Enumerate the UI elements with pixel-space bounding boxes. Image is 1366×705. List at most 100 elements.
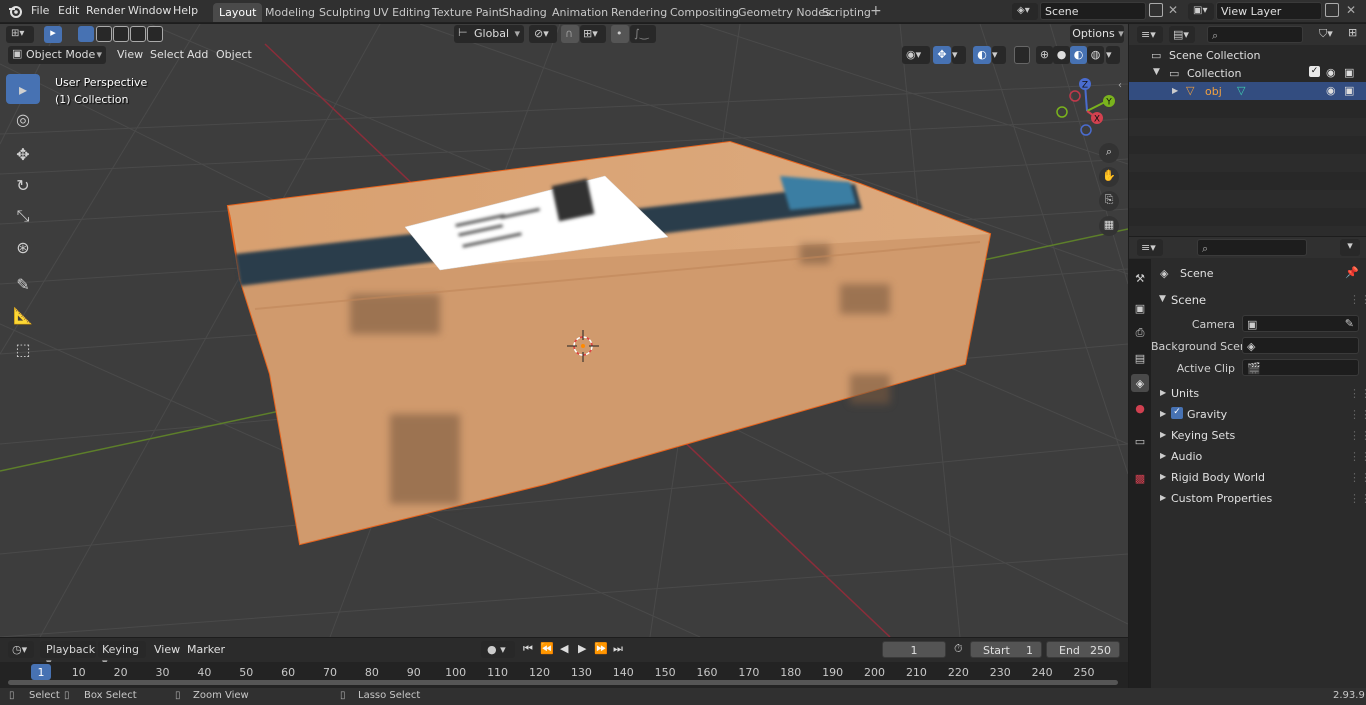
outliner-row-scene-collection[interactable]: ▭ Scene Collection <box>1129 46 1366 64</box>
gizmo-toggle-icon[interactable]: ✥ <box>933 46 951 64</box>
menu-help[interactable]: Help <box>173 4 198 17</box>
select-box-tool-icon[interactable]: ▸ <box>6 74 40 104</box>
keying-sets-panel[interactable]: ▶ Keying Sets ⋮⋮ <box>1151 426 1366 446</box>
shading-material-icon[interactable]: ◐ <box>1070 46 1087 64</box>
menu-render[interactable]: Render <box>86 4 125 17</box>
annotate-tool-icon[interactable]: ✎ <box>6 269 40 299</box>
chevron-down-icon[interactable]: ▼ <box>1153 67 1160 77</box>
add-cube-tool-icon[interactable]: ⬚ <box>6 334 40 364</box>
select-invert-icon[interactable] <box>130 26 146 42</box>
rotate-tool-icon[interactable]: ↻ <box>6 170 40 200</box>
chevron-right-icon[interactable]: ▶ <box>1172 86 1178 95</box>
proportional-edit-icon[interactable]: • <box>611 25 629 43</box>
blender-logo-icon[interactable] <box>8 4 22 18</box>
menu-select[interactable]: Select <box>150 48 184 61</box>
visibility-eye-icon[interactable]: ◉ <box>1326 66 1336 79</box>
pan-view-icon[interactable]: ✋ <box>1099 167 1119 187</box>
navigation-gizmo[interactable]: Z Y X <box>1052 74 1122 144</box>
collection-tab-icon[interactable]: ▭ <box>1131 432 1149 450</box>
active-clip-field[interactable]: 🎬 <box>1242 359 1359 376</box>
texture-tab-icon[interactable]: ▩ <box>1131 469 1149 487</box>
pivot-point-icon[interactable]: ⊘▾ <box>529 25 557 43</box>
menu-window[interactable]: Window <box>128 4 171 17</box>
cursor-tool-icon[interactable]: ◎ <box>6 104 40 134</box>
tab-shading[interactable]: Shading <box>496 3 553 22</box>
new-collection-icon[interactable]: ⊞ <box>1348 26 1357 39</box>
3d-viewport[interactable]: ⊞▾ ▸ Global ▾ ⊢ ⊘▾ ∩ ⊞▾ • ∫‿ Options ▾ ▣… <box>0 24 1128 637</box>
menu-edit[interactable]: Edit <box>58 4 79 17</box>
view-layer-tab-icon[interactable]: ▤ <box>1131 349 1149 367</box>
tab-scripting[interactable]: Scripting <box>816 3 877 22</box>
overlays-dropdown-icon[interactable]: ▾ <box>992 46 1006 64</box>
drag-handle-icon[interactable]: ⋮⋮ <box>1349 429 1366 442</box>
tool-tab-icon[interactable]: ⚒ <box>1131 269 1149 287</box>
exclude-checkbox-icon[interactable]: ✓ <box>1309 66 1320 77</box>
delete-scene-icon[interactable]: ✕ <box>1168 3 1178 17</box>
snap-target-icon[interactable]: ⊞▾ <box>580 25 606 43</box>
select-subtract-icon[interactable] <box>113 26 129 42</box>
scene-name-field[interactable]: Scene <box>1040 2 1146 20</box>
tab-modeling[interactable]: Modeling <box>259 3 321 22</box>
rigid-body-world-panel[interactable]: ▶ Rigid Body World ⋮⋮ <box>1151 468 1366 488</box>
drag-handle-icon[interactable]: ⋮⋮ <box>1349 450 1366 463</box>
outliner-row-obj[interactable]: ▶ ▽ obj ▽ ◉ ▣ <box>1129 82 1366 100</box>
drag-handle-icon[interactable]: ⋮⋮ <box>1349 408 1366 421</box>
editor-type-icon[interactable]: ⊞▾ <box>6 26 34 43</box>
tab-rendering[interactable]: Rendering <box>605 3 673 22</box>
scene-tab-icon[interactable]: ◈ <box>1131 374 1149 392</box>
menu-file[interactable]: File <box>31 4 49 17</box>
world-tab-icon[interactable]: ● <box>1131 399 1149 417</box>
gizmo-dropdown-icon[interactable]: ▾ <box>952 46 966 64</box>
display-mode-icon[interactable]: ▤▾ <box>1169 26 1195 43</box>
object-mode-dropdown[interactable]: ▣ Object Mode ▾ <box>8 46 106 64</box>
delete-view-layer-icon[interactable]: ✕ <box>1346 3 1356 17</box>
sidebar-toggle-icon[interactable]: ‹ <box>1118 80 1122 91</box>
output-tab-icon[interactable]: ⎙ <box>1131 324 1149 342</box>
timeline-scrollbar[interactable] <box>8 680 1118 685</box>
tab-layout[interactable]: Layout <box>213 3 263 22</box>
scene-section[interactable]: ▼ Scene ⋮⋮ <box>1151 289 1366 311</box>
drag-handle-icon[interactable]: ⋮⋮ <box>1349 492 1366 505</box>
scale-tool-icon[interactable]: ⤡ <box>6 201 40 231</box>
properties-editor-type-icon[interactable]: ≡▾ <box>1137 239 1163 256</box>
tab-animation[interactable]: Animation <box>546 3 614 22</box>
snap-toggle-icon[interactable]: ∩ <box>561 25 579 43</box>
xray-toggle-icon[interactable] <box>1014 46 1030 64</box>
transform-orientation-dropdown[interactable]: Global ▾ ⊢ <box>454 25 524 43</box>
outliner-editor-type-icon[interactable]: ≡▾ <box>1137 26 1163 43</box>
transform-tool-icon[interactable]: ⊛ <box>6 232 40 262</box>
menu-add[interactable]: Add <box>187 48 208 61</box>
menu-view[interactable]: View <box>117 48 143 61</box>
drag-handle-icon[interactable]: ⋮⋮ <box>1349 471 1366 484</box>
outliner-row-collection[interactable]: ▼ ▭ Collection ✓ ◉ ▣ <box>1129 64 1366 82</box>
overlays-toggle-icon[interactable]: ◐ <box>973 46 991 64</box>
visibility-selectability-icon[interactable]: ◉▾ <box>902 46 930 64</box>
audio-panel[interactable]: ▶ Audio ⋮⋮ <box>1151 447 1366 467</box>
custom-properties-panel[interactable]: ▶ Custom Properties ⋮⋮ <box>1151 489 1366 509</box>
camera-view-icon[interactable]: ⎘ <box>1099 191 1119 211</box>
background-scene-field[interactable]: ◈ <box>1242 337 1359 354</box>
visibility-eye-icon[interactable]: ◉ <box>1326 84 1336 97</box>
perspective-toggle-icon[interactable]: ▦ <box>1099 216 1119 236</box>
render-camera-icon[interactable]: ▣ <box>1344 84 1354 97</box>
eyedropper-icon[interactable]: ✎ <box>1345 317 1354 330</box>
view-layer-selector-icon[interactable]: ▣▾ <box>1188 3 1214 20</box>
gravity-checkbox[interactable]: ✓ <box>1171 407 1183 419</box>
camera-field[interactable]: ▣ ✎ <box>1242 315 1359 332</box>
drag-handle-icon[interactable]: ⋮⋮ <box>1349 293 1366 306</box>
view-layer-field[interactable]: View Layer <box>1216 2 1322 20</box>
move-tool-icon[interactable]: ✥ <box>6 139 40 169</box>
pin-icon[interactable]: 📌 <box>1345 266 1359 279</box>
zoom-view-icon[interactable]: ⌕ <box>1099 143 1119 163</box>
select-tool-mode-icon[interactable]: ▸ <box>44 26 62 43</box>
properties-options-icon[interactable]: ▾ <box>1340 239 1360 256</box>
shading-wireframe-icon[interactable]: ⊕ <box>1036 46 1053 64</box>
gravity-panel[interactable]: ▶ ✓ Gravity ⋮⋮ <box>1151 405 1366 425</box>
units-panel[interactable]: ▶ Units ⋮⋮ <box>1151 384 1366 404</box>
shading-dropdown-icon[interactable]: ▾ <box>1106 46 1120 64</box>
menu-object[interactable]: Object <box>216 48 252 61</box>
filter-icon[interactable]: ⛉▾ <box>1319 27 1333 41</box>
shading-solid-icon[interactable]: ● <box>1053 46 1070 64</box>
render-camera-icon[interactable]: ▣ <box>1344 66 1354 79</box>
measure-tool-icon[interactable]: 📐 <box>6 300 40 330</box>
